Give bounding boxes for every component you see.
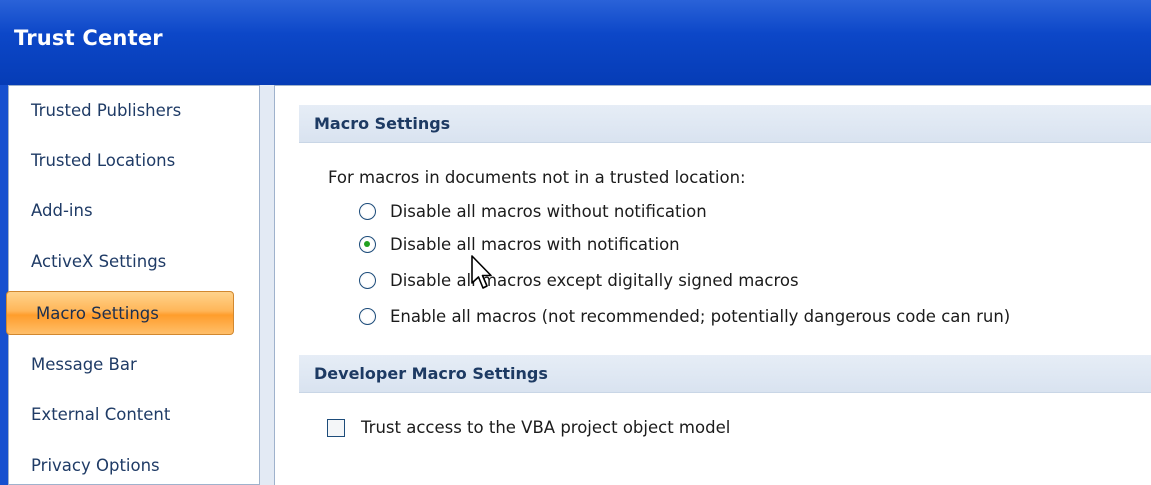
mouse-pointer-icon [471,255,492,289]
radio-option-enable-all[interactable]: Enable all macros (not recommended; pote… [359,303,1010,329]
window-frame-edge [0,85,8,485]
vba-access-option[interactable]: Trust access to the VBA project object m… [327,418,730,437]
macro-settings-header: Macro Settings [299,105,1151,143]
radio-label[interactable]: Disable all macros except digitally sign… [390,271,799,290]
sidebar-item-message-bar[interactable]: Message Bar [31,349,231,381]
sidebar-item-macro-settings[interactable]: Macro Settings [6,291,234,335]
sidebar-item-external-content[interactable]: External Content [31,399,231,431]
radio-option-disable-except-signed[interactable]: Disable all macros except digitally sign… [359,267,799,293]
radio-label[interactable]: Enable all macros (not recommended; pote… [390,307,1010,326]
sidebar-item-activex-settings[interactable]: ActiveX Settings [31,246,231,278]
radio-option-disable-with-notification[interactable]: Disable all macros with notification [359,231,680,257]
panel-gap [260,85,274,485]
radio-button[interactable] [359,307,376,325]
macro-intro-text: For macros in documents not in a trusted… [328,168,746,187]
dialog-body: Trusted Publishers Trusted Locations Add… [0,85,1151,485]
developer-macro-settings-header: Developer Macro Settings [299,355,1151,393]
radio-label[interactable]: Disable all macros without notification [390,202,707,221]
sidebar-item-privacy-options[interactable]: Privacy Options [31,450,231,482]
vba-access-label[interactable]: Trust access to the VBA project object m… [361,418,730,437]
sidebar: Trusted Publishers Trusted Locations Add… [6,85,260,485]
sidebar-item-add-ins[interactable]: Add-ins [31,195,231,227]
title-bar: Trust Center [0,0,1151,85]
window-title: Trust Center [14,26,163,50]
radio-option-disable-no-notification[interactable]: Disable all macros without notification [359,198,707,224]
vba-access-checkbox[interactable] [327,418,345,437]
sidebar-item-trusted-publishers[interactable]: Trusted Publishers [31,95,231,127]
radio-button-selected[interactable] [359,235,376,253]
radio-button[interactable] [359,202,376,220]
content-panel: Macro Settings For macros in documents n… [274,85,1151,485]
radio-button[interactable] [359,271,376,289]
radio-label[interactable]: Disable all macros with notification [390,235,680,254]
sidebar-item-trusted-locations[interactable]: Trusted Locations [31,145,231,177]
